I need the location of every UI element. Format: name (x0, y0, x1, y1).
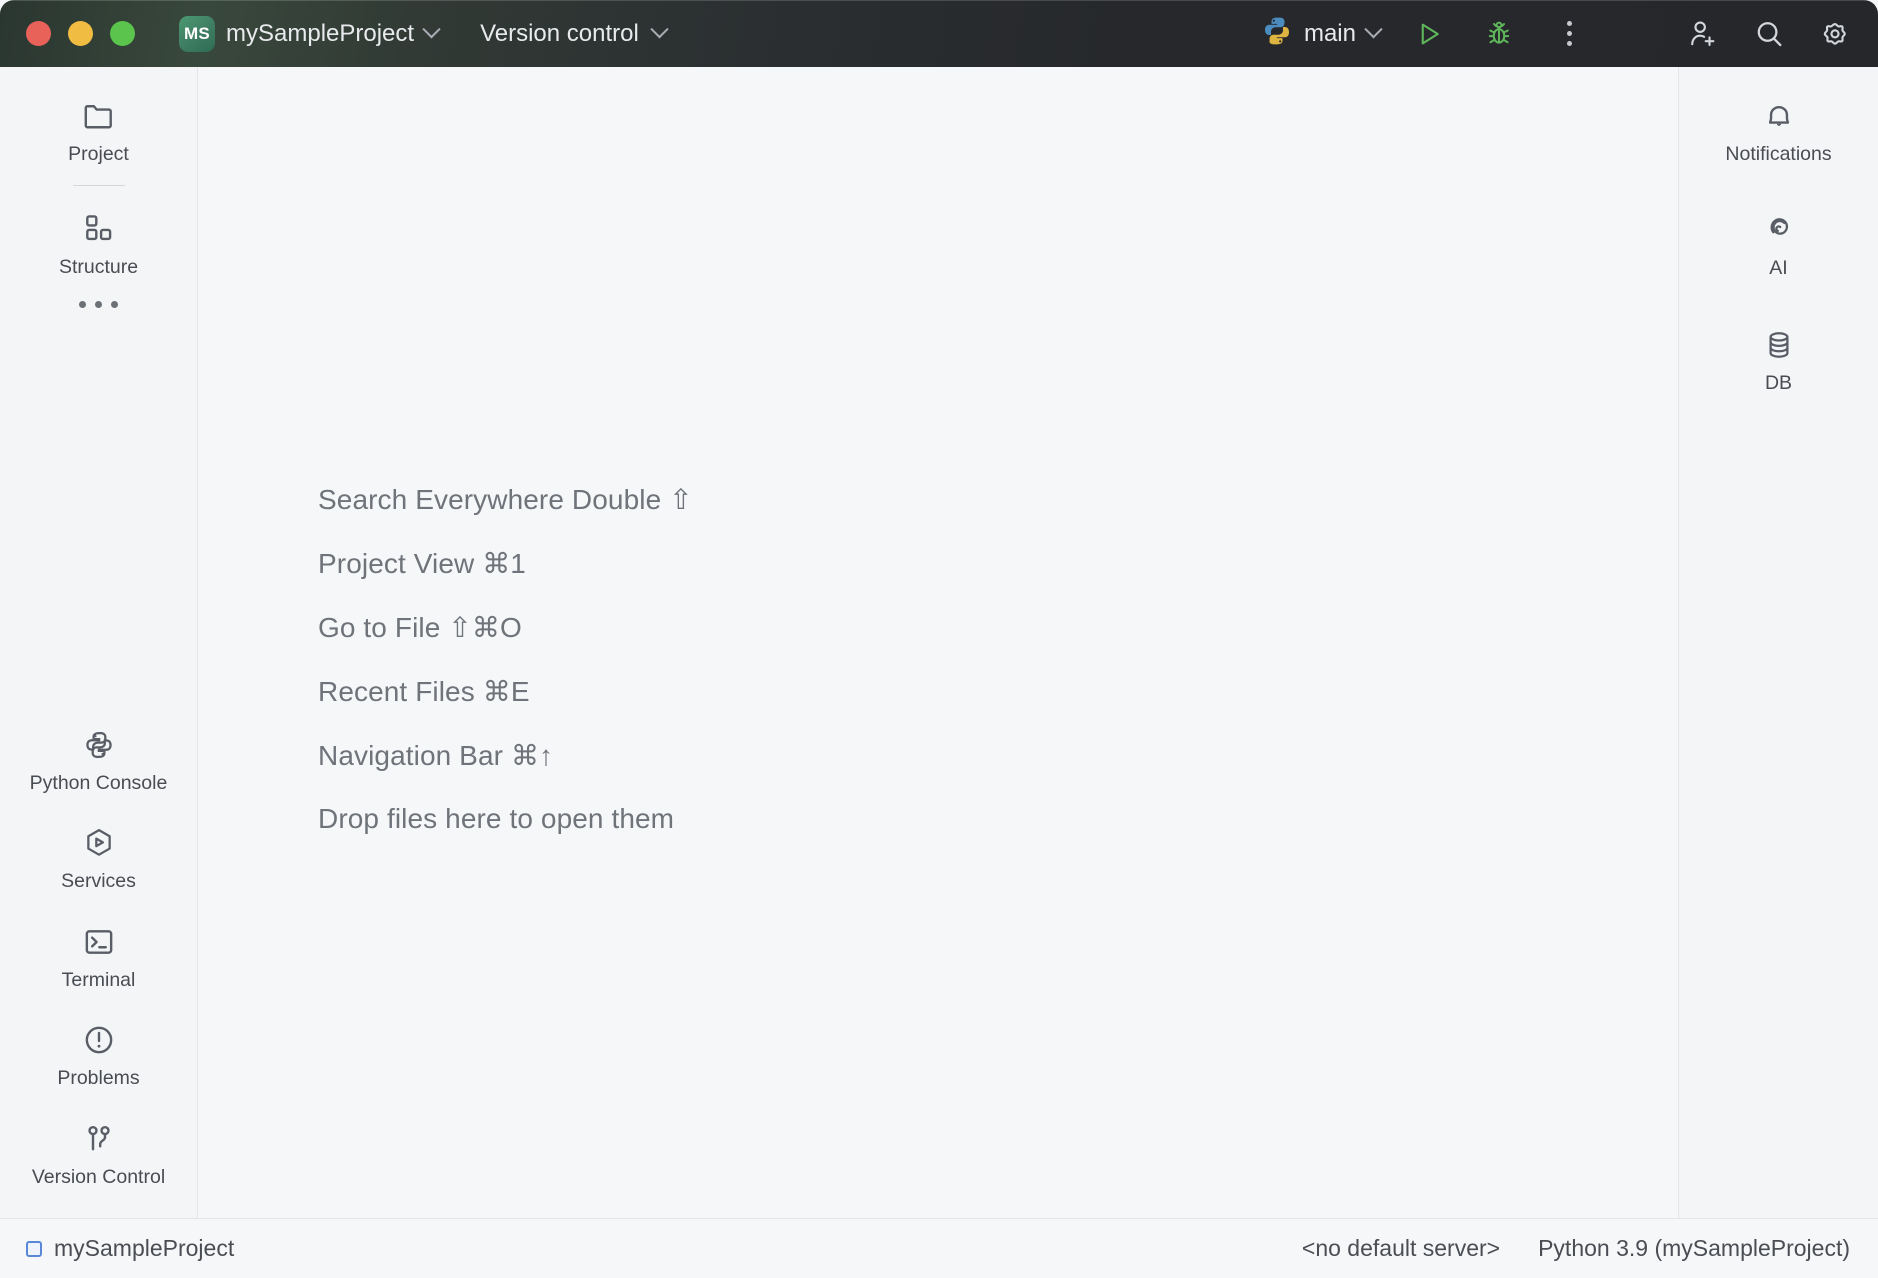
hint-action: Search Everywhere (318, 484, 564, 515)
version-control-menu[interactable]: Version control (480, 20, 666, 48)
shortcut-hints-list: Search Everywhere Double ⇧ Project View … (318, 483, 693, 835)
hint-shortcut: ⌘1 (482, 548, 526, 579)
sidebar-item-terminal[interactable]: Terminal (0, 913, 197, 997)
sidebar-item-db[interactable]: DB (1679, 316, 1878, 400)
debug-button[interactable] (1478, 13, 1520, 55)
hint-search-everywhere: Search Everywhere Double ⇧ (318, 483, 693, 516)
hint-action: Recent Files (318, 676, 475, 707)
sidebar-item-label: Services (61, 871, 136, 892)
status-project-label: mySampleProject (54, 1235, 234, 1262)
run-configuration-label: main (1304, 20, 1356, 48)
hint-go-to-file: Go to File ⇧⌘O (318, 611, 693, 644)
hint-action: Drop files here to open them (318, 803, 674, 834)
hint-action: Project View (318, 548, 474, 579)
left-sidebar-bottom-group: Python Console Services (0, 716, 197, 1218)
right-tool-window-bar: Notifications AI (1678, 67, 1878, 1218)
project-badge: MS (179, 16, 215, 52)
chevron-down-icon (1364, 20, 1382, 38)
ide-window: MS mySampleProject Version control main (0, 0, 1878, 1278)
sidebar-item-structure[interactable]: Structure (0, 200, 197, 284)
hint-drop-files: Drop files here to open them (318, 803, 693, 835)
settings-button[interactable] (1814, 13, 1856, 55)
status-server-widget[interactable]: <no default server> (1302, 1235, 1500, 1262)
bell-icon (1760, 97, 1798, 135)
status-interpreter-widget[interactable]: Python 3.9 (mySampleProject) (1538, 1235, 1850, 1262)
hint-recent-files: Recent Files ⌘E (318, 675, 693, 708)
chevron-down-icon (650, 20, 668, 38)
project-name-label: mySampleProject (226, 20, 414, 48)
sidebar-item-notifications[interactable]: Notifications (1679, 87, 1878, 171)
folder-icon (80, 97, 118, 135)
version-control-label: Version control (480, 20, 639, 48)
left-tool-window-bar: Project Structure (0, 67, 198, 1218)
hint-shortcut: ⌘E (483, 676, 530, 707)
sidebar-item-label: Python Console (30, 773, 168, 794)
close-window-button[interactable] (26, 21, 51, 46)
chevron-down-icon (422, 20, 440, 38)
sidebar-item-label: Problems (57, 1068, 139, 1089)
dot-icon (111, 301, 118, 308)
sidebar-item-python-console[interactable]: Python Console (0, 716, 197, 800)
window-traffic-lights (26, 21, 135, 46)
sidebar-item-label: Terminal (62, 970, 136, 991)
status-project-widget[interactable]: mySampleProject (26, 1235, 234, 1262)
sidebar-spacer (0, 308, 197, 716)
sidebar-item-label: Project (68, 144, 129, 165)
terminal-icon (80, 923, 118, 961)
sidebar-item-version-control[interactable]: Version Control (0, 1110, 197, 1194)
sidebar-item-services[interactable]: Services (0, 814, 197, 898)
hint-shortcut: ⇧⌘O (448, 612, 522, 643)
project-module-icon (26, 1241, 42, 1257)
dot-icon (95, 301, 102, 308)
run-configuration-selector[interactable]: main (1261, 15, 1380, 52)
sidebar-item-label: DB (1765, 373, 1792, 394)
maximize-window-button[interactable] (110, 21, 135, 46)
dot-icon (79, 301, 86, 308)
title-bar-actions (1682, 13, 1856, 55)
hint-project-view: Project View ⌘1 (318, 547, 693, 580)
sidebar-item-label: AI (1769, 258, 1787, 279)
editor-empty-state[interactable]: Search Everywhere Double ⇧ Project View … (198, 67, 1678, 1218)
more-options-button[interactable] (1548, 13, 1590, 55)
minimize-window-button[interactable] (68, 21, 93, 46)
run-button[interactable] (1408, 13, 1450, 55)
search-button[interactable] (1748, 13, 1790, 55)
hint-action: Go to File (318, 612, 440, 643)
more-options-icon (1567, 21, 1572, 46)
sidebar-item-label: Version Control (32, 1167, 165, 1188)
python-icon (80, 726, 118, 764)
sidebar-item-project[interactable]: Project (0, 87, 197, 171)
git-branch-icon (80, 1120, 118, 1158)
sidebar-spacer (1679, 400, 1878, 1218)
ide-body: Project Structure (0, 67, 1878, 1218)
ai-spiral-icon (1760, 211, 1798, 249)
services-icon (80, 824, 118, 862)
hint-action: Navigation Bar (318, 740, 503, 771)
project-selector[interactable]: MS mySampleProject (179, 16, 438, 52)
add-user-button[interactable] (1682, 13, 1724, 55)
sidebar-item-label: Structure (59, 257, 138, 278)
structure-icon (80, 210, 118, 248)
run-toolbar: main (1261, 13, 1590, 55)
problems-icon (80, 1021, 118, 1059)
status-bar-right: <no default server> Python 3.9 (mySample… (1302, 1235, 1850, 1262)
title-bar: MS mySampleProject Version control main (0, 0, 1878, 67)
sidebar-item-label: Notifications (1725, 144, 1831, 165)
hint-navigation-bar: Navigation Bar ⌘↑ (318, 739, 693, 772)
sidebar-more-button[interactable] (0, 285, 197, 308)
hint-shortcut: Double ⇧ (572, 484, 693, 515)
hint-shortcut: ⌘↑ (511, 740, 553, 771)
sidebar-item-problems[interactable]: Problems (0, 1011, 197, 1095)
python-icon (1261, 15, 1293, 52)
database-icon (1760, 326, 1798, 364)
sidebar-divider (73, 185, 125, 186)
status-bar: mySampleProject <no default server> Pyth… (0, 1218, 1878, 1278)
sidebar-item-ai[interactable]: AI (1679, 201, 1878, 285)
